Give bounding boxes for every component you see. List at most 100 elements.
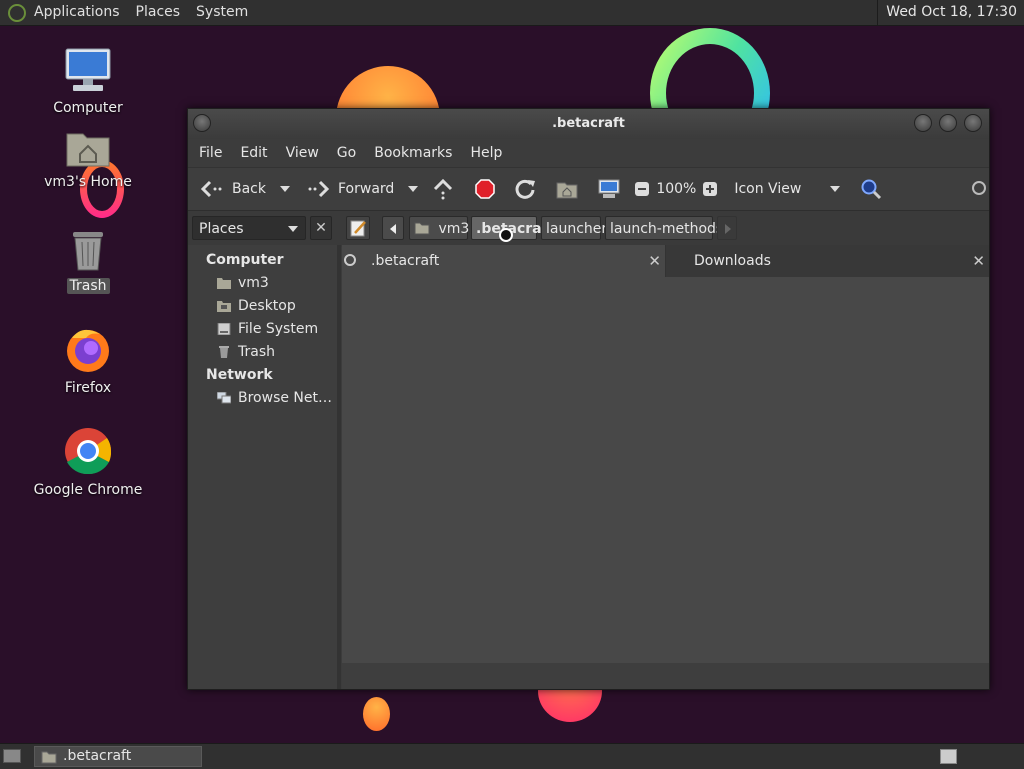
desktop-icon-label: Firefox <box>64 380 112 396</box>
sidebar-item-desktop[interactable]: Desktop <box>188 295 337 318</box>
menu-file[interactable]: File <box>188 139 231 167</box>
pencil-icon <box>350 220 366 237</box>
tab-betacraft[interactable]: .betacraft ✕ <box>342 245 665 277</box>
back-button[interactable]: Back <box>196 173 294 205</box>
chevron-left-icon <box>390 224 396 234</box>
close-button[interactable] <box>964 114 982 132</box>
file-manager-window: .betacraft File Edit View Go Bookmarks H… <box>187 108 990 690</box>
tab-downloads[interactable]: Downloads ✕ <box>666 245 989 277</box>
zoom-out-button[interactable] <box>630 173 654 205</box>
distro-logo-icon[interactable] <box>8 3 26 22</box>
computer-small-icon <box>598 179 620 198</box>
chevron-right-icon <box>725 224 731 234</box>
zoom-in-button[interactable] <box>698 173 722 205</box>
sidebar-item-file-system[interactable]: File System <box>188 318 337 341</box>
search-button[interactable] <box>856 173 886 205</box>
applications-menu[interactable]: Applications <box>26 0 128 25</box>
computer-icon <box>65 48 111 91</box>
sidebar-item-label: Browse Net… <box>238 390 333 406</box>
close-sidebar-button[interactable]: ✕ <box>310 216 332 240</box>
desktop-icon-label: Google Chrome <box>33 482 143 498</box>
sidebar-item-vm3[interactable]: vm3 <box>188 272 337 295</box>
sidebar-item-label: Trash <box>238 344 275 360</box>
back-history-dropdown[interactable] <box>280 186 290 192</box>
tab-label: Downloads <box>694 253 771 269</box>
taskbar-button-label: .betacraft <box>63 748 132 764</box>
sidebar-item-label: vm3 <box>238 275 269 291</box>
window-titlebar[interactable]: .betacraft <box>188 109 989 139</box>
close-tab-button[interactable]: ✕ <box>972 245 985 277</box>
status-bar <box>342 663 989 689</box>
trash-icon <box>73 232 103 271</box>
sidebar-item-trash[interactable]: Trash <box>188 341 337 364</box>
computer-button[interactable] <box>594 173 624 205</box>
chevron-down-icon <box>288 226 298 232</box>
zoom-in-icon <box>703 182 718 196</box>
reload-icon <box>515 179 536 199</box>
search-icon <box>861 179 882 200</box>
tab-label: .betacraft <box>371 253 440 269</box>
breadcrumb-label: launch-methods <box>610 221 724 237</box>
tab-bar: .betacraft ✕ Downloads ✕ <box>342 245 989 277</box>
sidebar-header-network: Network <box>206 367 273 383</box>
sidebar-places-selector[interactable]: Places <box>192 216 306 240</box>
places-selector-label: Places <box>199 221 244 237</box>
desktop-icon-firefox[interactable]: Firefox <box>28 326 148 396</box>
menu-edit[interactable]: Edit <box>231 139 276 167</box>
zoom-level: 100% <box>656 181 697 197</box>
top-panel: Applications Places System Wed Oct 18, 1… <box>0 0 1024 26</box>
menu-help[interactable]: Help <box>461 139 511 167</box>
breadcrumb-scroll-right[interactable] <box>717 216 737 240</box>
bottom-panel: .betacraft <box>0 743 1024 769</box>
system-menu[interactable]: System <box>188 0 256 25</box>
desktop-icon-trash[interactable]: Trash <box>28 228 148 294</box>
sidebar-item-browse-network[interactable]: Browse Net… <box>188 387 337 410</box>
up-button[interactable] <box>428 173 458 205</box>
clock[interactable]: Wed Oct 18, 17:30 <box>877 0 1024 25</box>
breadcrumb-label: vm3 <box>438 221 470 237</box>
view-mode-dropdown[interactable]: Icon View <box>730 173 841 205</box>
menu-go[interactable]: Go <box>328 139 365 167</box>
maximize-button[interactable] <box>939 114 957 132</box>
up-arrow-icon <box>434 178 453 200</box>
breadcrumb-vm3[interactable]: vm3 <box>409 216 470 240</box>
menu-view[interactable]: View <box>277 139 328 167</box>
toolbar: Back Forward 100% Icon View <box>188 167 989 211</box>
forward-button[interactable]: Forward <box>302 173 422 205</box>
desktop-icon-computer[interactable]: Computer <box>28 46 148 116</box>
places-sidebar: Computer vm3 Desktop File System Trash N… <box>188 245 341 689</box>
firefox-icon <box>67 329 109 372</box>
sidebar-header-computer: Computer <box>206 252 284 268</box>
forward-label: Forward <box>338 181 395 197</box>
sidebar-item-label: Desktop <box>238 298 296 314</box>
breadcrumb-launch-methods[interactable]: launch-methods <box>605 216 723 240</box>
home-button[interactable] <box>552 173 582 205</box>
view-mode-label: Icon View <box>734 181 802 197</box>
minimize-button[interactable] <box>914 114 932 132</box>
close-tab-button[interactable]: ✕ <box>648 245 661 277</box>
zoom-out-icon <box>635 182 650 196</box>
places-menu[interactable]: Places <box>128 0 189 25</box>
desktop-icon-home[interactable]: vm3's Home <box>28 128 148 190</box>
drive-icon <box>217 323 231 335</box>
workspace-switcher[interactable] <box>940 749 957 764</box>
mouse-cursor-icon <box>499 228 513 242</box>
home-folder-icon <box>66 133 110 167</box>
file-view-pane[interactable]: .betacraft ✕ Downloads ✕ <box>342 245 989 689</box>
desktop-icon-label: vm3's Home <box>44 174 132 190</box>
back-arrow-icon <box>200 180 222 198</box>
show-desktop-icon[interactable] <box>3 749 21 763</box>
reload-button[interactable] <box>510 173 540 205</box>
forward-history-dropdown[interactable] <box>408 186 419 192</box>
breadcrumb-scroll-left[interactable] <box>382 216 404 240</box>
breadcrumb-launcher[interactable]: launcher <box>541 216 607 240</box>
chrome-icon <box>65 428 112 475</box>
stop-button[interactable] <box>470 173 500 205</box>
menubar: File Edit View Go Bookmarks Help <box>188 139 989 167</box>
desktop-icon-chrome[interactable]: Google Chrome <box>28 426 148 498</box>
desktop-icon-label: Computer <box>53 100 123 116</box>
home-folder-icon <box>414 222 430 235</box>
edit-location-toggle[interactable] <box>346 216 370 240</box>
menu-bookmarks[interactable]: Bookmarks <box>365 139 461 167</box>
taskbar-button-betacraft[interactable]: .betacraft <box>34 746 202 767</box>
